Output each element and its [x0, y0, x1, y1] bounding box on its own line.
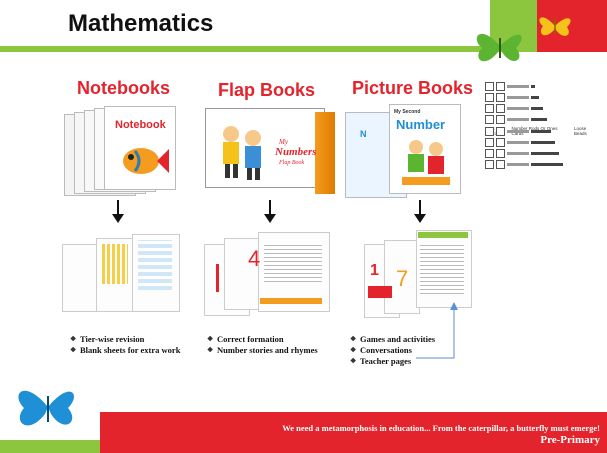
flap-book-inner-pages: 4 — [204, 232, 334, 322]
notebook-covers: Notebook — [64, 106, 176, 198]
page-title: Mathematics — [68, 10, 214, 37]
list-item: Teacher pages — [360, 356, 412, 366]
down-arrow-icon — [264, 200, 276, 223]
heading-picture-books: Picture Books — [352, 78, 474, 98]
list-item: Correct formation — [217, 334, 284, 344]
yellow-butterfly-icon — [539, 17, 571, 36]
heading-flap-books: Flap Books — [218, 80, 316, 100]
list-item: Conversations — [360, 345, 412, 355]
green-butterfly-icon — [476, 33, 522, 62]
bullet-icon: ❖ — [350, 346, 357, 354]
bullet-icon: ❖ — [70, 335, 77, 343]
blue-butterfly-icon — [18, 390, 75, 426]
kids-on-swing-illustration-icon — [402, 140, 450, 185]
bullet-icon: ❖ — [70, 346, 77, 354]
flap-book-cover: My Numbers Flap Book — [205, 108, 335, 196]
flap-book-title: Numbers — [275, 146, 317, 158]
picture-book-bullets: ❖ Games and activities ❖ Conversations ❖ Te… — [350, 334, 435, 367]
fish-illustration-icon — [123, 148, 169, 174]
list-item: Tier-wise revision — [80, 334, 145, 344]
flap-book-subtitle: Flap Book — [279, 160, 305, 166]
notebook-inner-pages — [62, 230, 182, 320]
heading-notebooks: Notebooks — [77, 78, 171, 98]
footer-quote: We need a metamorphosis in education... … — [282, 423, 600, 433]
flap-book-bullets: ❖ Correct formation ❖ Number stories and r… — [207, 334, 318, 356]
list-item: Number stories and rhymes — [217, 345, 318, 355]
list-item: Blank sheets for extra work — [80, 345, 181, 355]
notebook-bullets: ❖ Tier-wise revision ❖ Blank sheets for ex… — [70, 334, 180, 356]
footer-label: Pre-Primary — [540, 434, 600, 446]
counting-diagram-lower — [485, 127, 600, 169]
children-illustration-icon — [223, 126, 261, 180]
picture-book-title: Number — [396, 117, 446, 132]
down-arrow-icon — [112, 200, 124, 223]
list-item: Games and activities — [360, 334, 436, 344]
bullet-icon: ❖ — [350, 357, 357, 365]
bullet-icon: ❖ — [350, 335, 357, 343]
bullet-icon: ❖ — [207, 335, 214, 343]
bullet-icon: ❖ — [207, 346, 214, 354]
picture-book-covers: N My Second Number — [345, 104, 475, 200]
flap-book-my: My — [279, 138, 288, 146]
down-arrow-icon — [414, 200, 426, 223]
notebook-cover-title: Notebook — [115, 119, 166, 131]
picture-book-my: My Second — [394, 109, 421, 115]
